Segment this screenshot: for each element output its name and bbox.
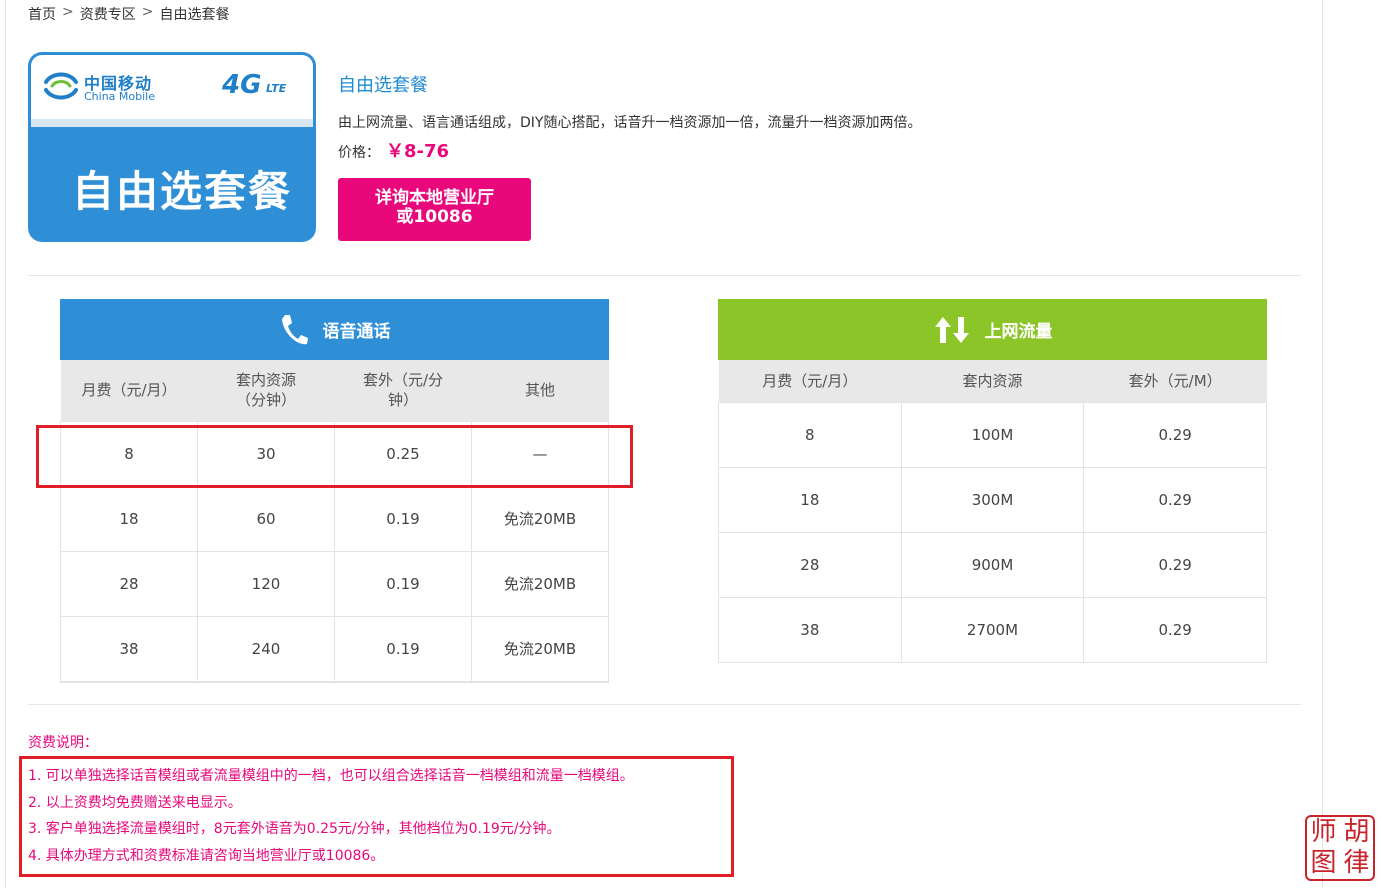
breadcrumb-tariff-zone[interactable]: 资费专区 — [80, 4, 136, 24]
price-label: 价格： — [338, 145, 380, 161]
table-cell: 18 — [718, 466, 902, 533]
stamp-char: 图 — [1310, 848, 1337, 878]
table-row: 28 900M 0.29 — [718, 531, 1267, 598]
phone-icon — [281, 314, 308, 344]
table-row: 28 120 0.19 免流20MB — [60, 550, 609, 617]
voice-col-overage: 套外（元/分钟） — [334, 360, 472, 421]
table-cell: 240 — [197, 615, 335, 682]
table-cell: 0.19 — [334, 615, 472, 682]
table-cell: 60 — [197, 485, 335, 552]
table-row: 38 2700M 0.29 — [718, 596, 1267, 663]
voice-table-title: 语音通话 — [322, 322, 391, 342]
table-cell: 0.29 — [1083, 401, 1267, 468]
table-cell: 2700M — [900, 596, 1085, 663]
up-down-arrows-icon — [934, 316, 969, 343]
table-cell: 38 — [60, 615, 198, 682]
table-row: 38 240 0.19 免流20MB — [60, 615, 609, 682]
card-band — [31, 119, 313, 127]
table-cell: 900M — [900, 531, 1085, 598]
table-cell: 120 — [197, 550, 335, 617]
seal-stamp: 师 胡 图 律 — [1305, 815, 1375, 881]
voice-table-header: 语音通话 — [60, 299, 609, 360]
stamp-char: 律 — [1343, 848, 1370, 878]
table-cell: 0.29 — [1083, 596, 1267, 663]
table-cell: 0.29 — [1083, 531, 1267, 598]
divider — [28, 275, 1301, 276]
table-cell: 38 — [718, 596, 902, 663]
card-title: 自由选套餐 — [71, 167, 292, 216]
table-cell: 18 — [60, 485, 198, 552]
table-cell: 28 — [60, 550, 198, 617]
table-cell: 8 — [718, 401, 902, 468]
breadcrumb-home[interactable]: 首页 — [28, 4, 56, 24]
table-row: 8 100M 0.29 — [718, 401, 1267, 468]
table-row: 18 60 0.19 免流20MB — [60, 485, 609, 552]
brand-name-en: China Mobile — [84, 90, 156, 103]
stamp-char: 师 — [1310, 817, 1337, 847]
network-badge-sub: LTE — [266, 82, 287, 95]
data-table-title: 上网流量 — [984, 322, 1053, 342]
inquire-button-line1: 详询本地营业厅 — [375, 188, 494, 208]
table-cell: 100M — [900, 401, 1085, 468]
inquire-button-line2: 或10086 — [396, 207, 473, 227]
table-cell: 300M — [900, 466, 1085, 533]
table-cell: 免流20MB — [471, 550, 609, 617]
network-badge: 4G — [222, 70, 262, 100]
highlight-box-first-row — [36, 425, 633, 488]
table-cell: 0.19 — [334, 550, 472, 617]
table-cell: 28 — [718, 531, 902, 598]
price-value: ￥8-76 — [386, 141, 450, 162]
breadcrumb: 首页 > 资费专区 > 自由选套餐 — [28, 4, 229, 24]
table-row: 18 300M 0.29 — [718, 466, 1267, 533]
breadcrumb-separator: > — [62, 4, 74, 20]
data-col-overage: 套外（元/M） — [1083, 360, 1267, 402]
data-table-header: 上网流量 — [718, 299, 1267, 360]
data-plan-table: 上网流量 月费（元/月） 套内资源 套外（元/M） 8 100M 0.29 18… — [718, 299, 1267, 663]
notes-title: 资费说明： — [28, 735, 98, 751]
highlight-box-notes — [19, 756, 734, 877]
china-mobile-logo-icon — [44, 72, 78, 100]
table-cell: 免流20MB — [471, 615, 609, 682]
page-border-left — [5, 0, 6, 888]
price-row: 价格： ￥8-76 — [338, 137, 449, 163]
product-description: 由上网流量、语言通话组成，DIY随心搭配，话音升一档资源加一倍，流量升一档资源加… — [338, 115, 922, 131]
data-col-monthly-fee: 月费（元/月） — [718, 360, 902, 402]
divider — [28, 704, 1301, 705]
voice-col-monthly-fee: 月费（元/月） — [60, 360, 198, 421]
data-col-included: 套内资源 — [901, 360, 1084, 402]
table-cell: 免流20MB — [471, 485, 609, 552]
voice-col-included: 套内资源（分钟） — [197, 360, 335, 421]
voice-col-other: 其他 — [471, 360, 609, 421]
inquire-button[interactable]: 详询本地营业厅 或10086 — [338, 178, 531, 241]
breadcrumb-separator: > — [141, 4, 154, 20]
product-image-card: 中国移动 China Mobile 4G LTE 自由选套餐 — [28, 52, 316, 242]
breadcrumb-current: 自由选套餐 — [159, 7, 230, 23]
product-title: 自由选套餐 — [338, 75, 428, 96]
table-cell: 0.29 — [1083, 466, 1267, 533]
voice-plan-table: 语音通话 月费（元/月） 套内资源（分钟） 套外（元/分钟） 其他 8 30 0… — [60, 299, 609, 683]
page-border-right — [1322, 0, 1323, 888]
stamp-char: 胡 — [1343, 817, 1370, 847]
table-cell: 0.19 — [334, 485, 472, 552]
